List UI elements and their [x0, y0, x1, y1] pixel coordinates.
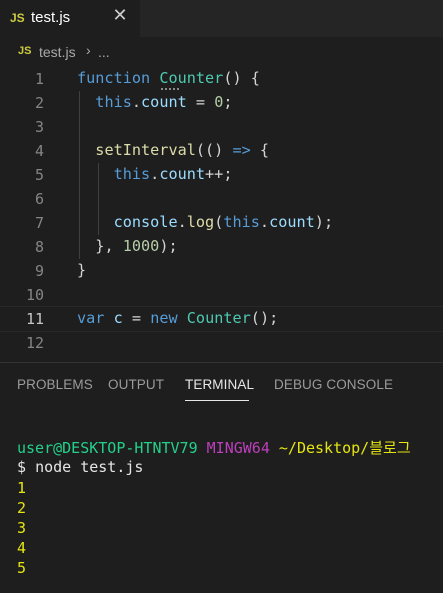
code-line[interactable]: 10	[0, 283, 443, 307]
code-text: console.log(this.count);	[113, 213, 334, 231]
terminal-output-line: 1	[17, 479, 27, 497]
code-line[interactable]: 2 this.count = 0;	[0, 91, 443, 115]
line-number: 12	[25, 334, 44, 352]
code-text: setInterval(() => {	[95, 141, 270, 159]
line-number: 7	[34, 214, 44, 232]
close-icon[interactable]: ✕	[112, 6, 128, 24]
active-tab-indicator	[185, 400, 249, 401]
tab-output[interactable]: OUTPUT	[108, 377, 164, 392]
breadcrumb-file[interactable]: test.js	[39, 44, 76, 60]
line-number: 8	[34, 238, 44, 256]
terminal-output-line: 3	[17, 519, 27, 537]
code-line[interactable]: 3	[0, 115, 443, 139]
javascript-file-icon: JS	[18, 45, 32, 57]
line-number: 9	[34, 262, 44, 280]
code-text: this.count++;	[113, 165, 233, 183]
line-number: 5	[34, 166, 44, 184]
tab-problems[interactable]: PROBLEMS	[17, 377, 93, 392]
line-number: 2	[34, 94, 44, 112]
breadcrumb: JS test.js › ...	[0, 37, 443, 67]
code-text: this.count = 0;	[95, 93, 233, 111]
line-number: 11	[25, 310, 44, 328]
terminal-prompt-header: user@DESKTOP-HTNTV79 MINGW64 ~/Desktop/블…	[17, 439, 411, 457]
code-line[interactable]: 12	[0, 331, 443, 355]
javascript-file-icon: JS	[10, 11, 25, 25]
code-line[interactable]: 9 }	[0, 259, 443, 283]
code-line[interactable]: 7 console.log(this.count);	[0, 211, 443, 235]
code-line[interactable]: 1 function Counter() {	[0, 67, 443, 91]
code-line[interactable]: 5 this.count++;	[0, 163, 443, 187]
code-text: }	[77, 261, 87, 279]
breadcrumb-symbols[interactable]: ...	[98, 44, 110, 60]
tab-label: test.js	[31, 9, 71, 26]
code-line[interactable]: 8 }, 1000);	[0, 235, 443, 259]
bottom-panel: PROBLEMS OUTPUT TERMINAL DEBUG CONSOLE u…	[0, 362, 443, 593]
editor-tab-bar: JS test.js ✕	[0, 0, 443, 37]
line-number: 4	[34, 142, 44, 160]
code-editor[interactable]: 1 function Counter() { 2 this.count = 0;…	[0, 67, 443, 362]
chevron-right-icon: ›	[86, 42, 91, 58]
line-number: 3	[34, 118, 44, 136]
code-line[interactable]: 6	[0, 187, 443, 211]
tab-terminal[interactable]: TERMINAL	[185, 377, 254, 392]
tab-test-js[interactable]: JS test.js ✕	[0, 0, 140, 37]
terminal-output-line: 5	[17, 559, 27, 577]
line-number: 6	[34, 190, 44, 208]
counter-class-name: Counter	[159, 69, 224, 87]
code-line-current[interactable]: 11 var c = new Counter();	[0, 306, 443, 332]
code-text: var c = new Counter();	[77, 309, 279, 327]
line-number: 10	[25, 286, 44, 304]
code-line[interactable]: 4 setInterval(() => {	[0, 139, 443, 163]
terminal-output-line: 2	[17, 499, 27, 517]
code-text: }, 1000);	[95, 237, 178, 255]
terminal-command-line: $ node test.js	[17, 458, 144, 476]
terminal-output-line: 4	[17, 539, 27, 557]
code-text: function Counter() {	[77, 69, 260, 87]
tab-debug-console[interactable]: DEBUG CONSOLE	[274, 377, 393, 392]
line-number: 1	[34, 70, 44, 88]
